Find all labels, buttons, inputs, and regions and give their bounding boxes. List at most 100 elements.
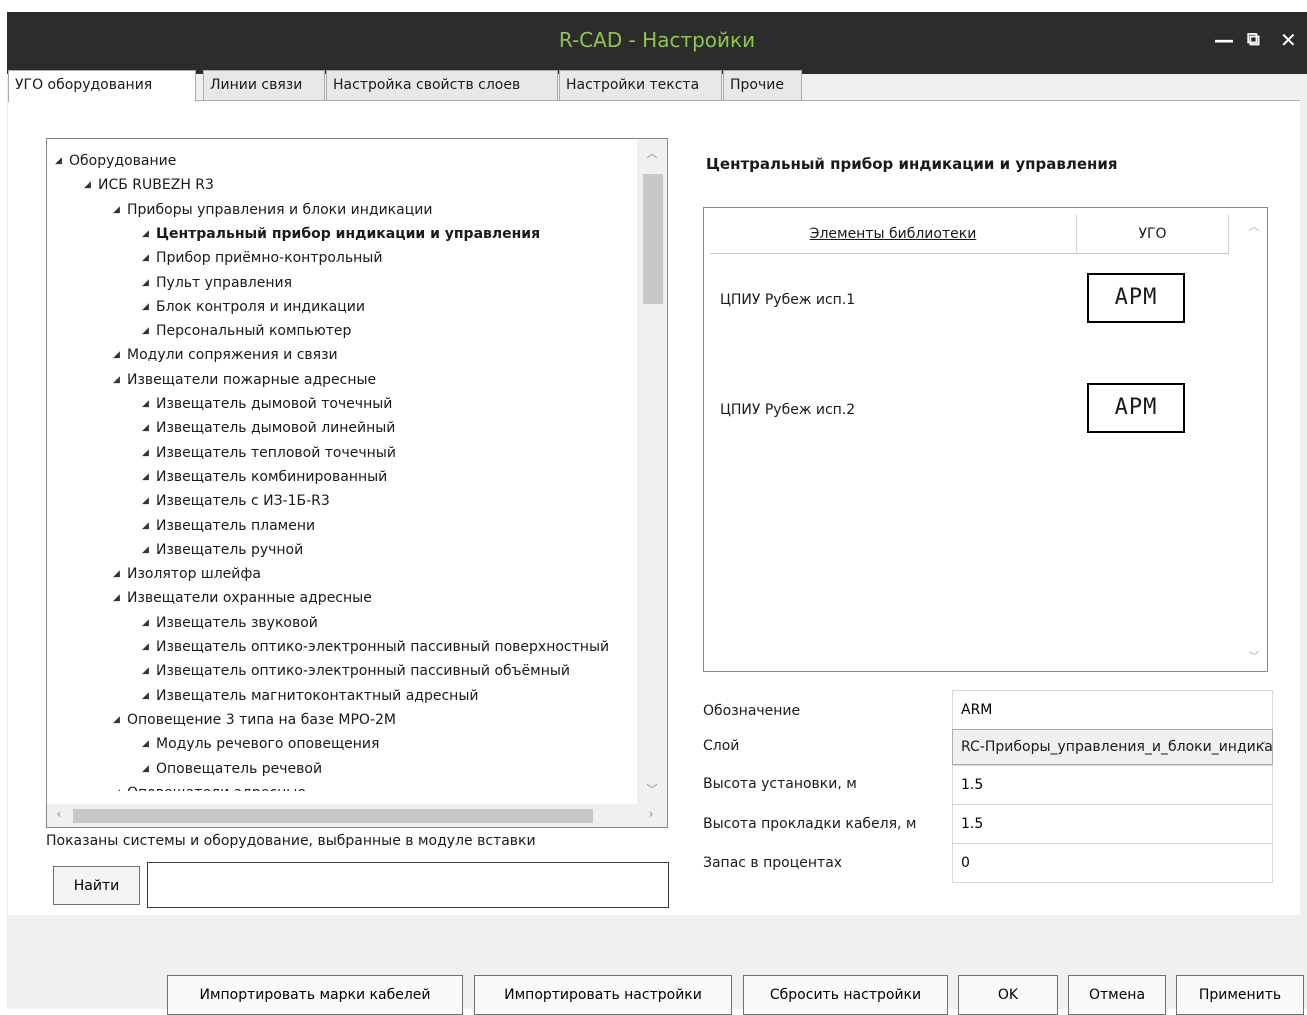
apply-button[interactable]: Применить	[1176, 975, 1304, 1015]
expand-arrow-icon[interactable]: ◢	[142, 659, 156, 683]
expand-arrow-icon[interactable]: ◢	[113, 343, 127, 367]
find-button[interactable]: Найти	[53, 866, 140, 905]
tree-item[interactable]: ◢ Извещатель дымовой линейный	[142, 416, 395, 440]
tree-item[interactable]: ◢ Центральный прибор индикации и управлен…	[142, 222, 540, 246]
cancel-button[interactable]: Отмена	[1068, 975, 1166, 1015]
tree-item[interactable]: ◢ Извещатель оптико-электронный пассивный…	[142, 635, 609, 659]
expand-arrow-icon[interactable]: ◢	[84, 173, 98, 197]
tree-item-label: Персональный компьютер	[156, 323, 352, 340]
column-ugo[interactable]: УГО	[1077, 214, 1229, 254]
tree-item[interactable]: ◢ Персональный компьютер	[142, 319, 351, 343]
expand-arrow-icon[interactable]: ◢	[142, 441, 156, 465]
tree-item[interactable]: ◢ Оборудование	[55, 149, 176, 173]
install-height-field[interactable]	[952, 765, 1273, 805]
tree-vertical-scrollbar[interactable]: ︿ ﹀	[637, 139, 667, 804]
tree-item[interactable]: ◢ Извещатель дымовой точечный	[142, 392, 392, 416]
scroll-thumb[interactable]	[73, 809, 593, 823]
grid-row[interactable]: ЦПИУ Рубеж исп.2 APM	[710, 376, 1240, 466]
layer-select[interactable]: RC-Приборы_управления_и_блоки_индикации …	[952, 729, 1273, 765]
designation-field[interactable]	[952, 690, 1273, 730]
column-library-elements[interactable]: Элементы библиотеки	[710, 214, 1077, 254]
tab-text-settings[interactable]: Настройки текста	[559, 70, 722, 100]
expand-arrow-icon[interactable]: ◢	[113, 781, 127, 791]
tree-item[interactable]: ◢ Изолятор шлейфа	[113, 562, 261, 586]
expand-arrow-icon[interactable]: ◢	[142, 271, 156, 295]
expand-arrow-icon[interactable]: ◢	[142, 489, 156, 513]
expand-arrow-icon[interactable]: ◢	[142, 416, 156, 440]
tab-ugo-equipment[interactable]: УГО оборудования	[8, 70, 196, 102]
tree-item[interactable]: ◢ Модуль речевого оповещения	[142, 732, 379, 756]
tab-layer-properties[interactable]: Настройка свойств слоев	[326, 70, 558, 100]
expand-arrow-icon[interactable]: ◢	[142, 635, 156, 659]
expand-arrow-icon[interactable]: ◢	[113, 562, 127, 586]
tree-item[interactable]: ◢Оповещатели адресные	[113, 781, 306, 791]
ugo-symbol: APM	[1087, 383, 1185, 433]
tree-item[interactable]: ◢ Пульт управления	[142, 271, 292, 295]
expand-arrow-icon[interactable]: ◢	[113, 708, 127, 732]
expand-arrow-icon[interactable]: ◢	[142, 514, 156, 538]
expand-arrow-icon[interactable]: ◢	[142, 319, 156, 343]
expand-arrow-icon[interactable]: ◢	[142, 465, 156, 489]
scroll-up-icon[interactable]: ︿	[1247, 218, 1261, 234]
tree-item[interactable]: ◢ Извещатель ручной	[142, 538, 303, 562]
expand-arrow-icon[interactable]: ◢	[113, 586, 127, 610]
tree-item[interactable]: ◢ Извещатели охранные адресные	[113, 586, 372, 610]
equipment-tree[interactable]: ◢ Оборудование ◢ ИСБ RUBEZH R3 ◢ Приборы упра…	[46, 138, 668, 828]
expand-arrow-icon[interactable]: ◢	[142, 611, 156, 635]
expand-arrow-icon[interactable]: ◢	[113, 198, 127, 222]
tree-item[interactable]: ◢ Извещатель тепловой точечный	[142, 441, 396, 465]
tree-item[interactable]: ◢ Оповещение 3 типа на базе МРО-2М	[113, 708, 396, 732]
tree-item[interactable]: ◢ Модули сопряжения и связи	[113, 343, 338, 367]
tree-item[interactable]: ◢ Извещатель магнитоконтактный адресный	[142, 684, 478, 708]
expand-arrow-icon[interactable]: ◢	[113, 368, 127, 392]
ok-button[interactable]: OK	[958, 975, 1058, 1015]
tree-item[interactable]: ◢ Оповещатель речевой	[142, 757, 322, 781]
tree-item[interactable]: ◢ ИСБ RUBEZH R3	[84, 173, 214, 197]
import-settings-button[interactable]: Импортировать настройки	[474, 975, 732, 1015]
tree-item[interactable]: ◢ Извещатели пожарные адресные	[113, 368, 376, 392]
library-elements-grid[interactable]: Элементы библиотеки УГО ЦПИУ Рубеж исп.1…	[703, 207, 1268, 672]
expand-arrow-icon[interactable]: ◢	[142, 684, 156, 708]
tree-hint: Показаны системы и оборудование, выбранн…	[46, 833, 536, 849]
scroll-thumb[interactable]	[643, 174, 663, 304]
tree-item-label: Извещатели охранные адресные	[127, 590, 372, 607]
search-input[interactable]	[147, 862, 669, 908]
scroll-down-icon[interactable]: ﹀	[644, 781, 660, 796]
tree-item[interactable]: ◢ Извещатель с ИЗ-1Б-R3	[142, 489, 330, 513]
expand-arrow-icon[interactable]: ◢	[142, 538, 156, 562]
expand-arrow-icon[interactable]: ◢	[142, 732, 156, 756]
tree-item-label: Извещатель оптико-электронный пассивный …	[156, 663, 571, 680]
tab-communication-lines[interactable]: Линии связи	[203, 70, 325, 100]
tree-item-label: Извещатель дымовой линейный	[156, 420, 396, 437]
tree-item[interactable]: ◢ Извещатель комбинированный	[142, 465, 387, 489]
expand-arrow-icon[interactable]: ◢	[55, 149, 69, 173]
layer-select-value: RC-Приборы_управления_и_блоки_индикации	[961, 739, 1273, 755]
tab-other[interactable]: Прочие	[723, 70, 802, 100]
expand-arrow-icon[interactable]: ◢	[142, 392, 156, 416]
tree-item[interactable]: ◢ Прибор приёмно-контрольный	[142, 246, 382, 270]
close-icon[interactable]: ✕	[1280, 28, 1297, 52]
expand-arrow-icon[interactable]: ◢	[142, 757, 156, 781]
scroll-left-icon[interactable]: ‹	[51, 807, 67, 823]
expand-arrow-icon[interactable]: ◢	[142, 246, 156, 270]
expand-arrow-icon[interactable]: ◢	[142, 222, 156, 246]
tree-item[interactable]: ◢ Приборы управления и блоки индикации	[113, 198, 432, 222]
tree-item[interactable]: ◢ Извещатель звуковой	[142, 611, 318, 635]
tree-item[interactable]: ◢ Извещатель оптико-электронный пассивный…	[142, 659, 570, 683]
reserve-percent-field[interactable]	[952, 843, 1273, 883]
tree-item[interactable]: ◢ Извещатель пламени	[142, 514, 315, 538]
tree-horizontal-scrollbar[interactable]: ‹ ›	[47, 804, 667, 827]
reset-settings-button[interactable]: Сбросить настройки	[743, 975, 948, 1015]
cable-height-field[interactable]	[952, 804, 1273, 844]
scroll-right-icon[interactable]: ›	[643, 807, 659, 823]
grid-row[interactable]: ЦПИУ Рубеж исп.1 APM	[710, 266, 1240, 356]
scroll-down-icon[interactable]: ﹀	[1247, 648, 1261, 664]
title-bar[interactable]: R-CAD - Настройки — ⧉ ✕	[7, 12, 1307, 74]
import-cable-marks-button[interactable]: Импортировать марки кабелей	[167, 975, 463, 1015]
scroll-up-icon[interactable]: ︿	[644, 145, 660, 160]
minimize-icon[interactable]: —	[1214, 28, 1234, 52]
tree-item[interactable]: ◢ Блок контроля и индикации	[142, 295, 365, 319]
expand-arrow-icon[interactable]: ◢	[142, 295, 156, 319]
grid-vertical-scrollbar[interactable]: ︿ ﹀	[1241, 208, 1267, 671]
restore-icon[interactable]: ⧉	[1247, 28, 1260, 52]
